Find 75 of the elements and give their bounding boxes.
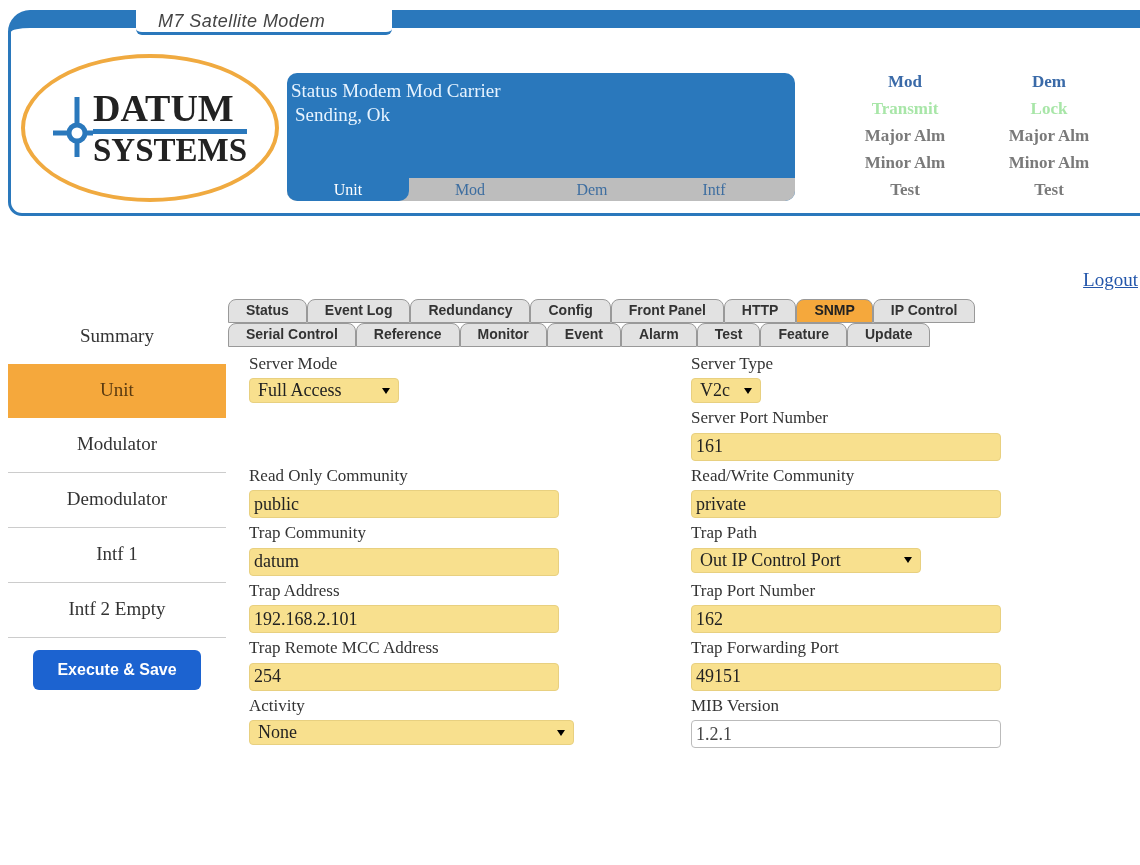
sidebar-item[interactable]: Summary <box>8 308 226 364</box>
input-field[interactable]: 1.2.1 <box>691 720 1001 748</box>
crosshair-icon <box>52 97 93 159</box>
field-label: Trap Address <box>249 579 341 602</box>
indicator-label: Lock <box>1030 98 1068 120</box>
indicator-label: Minor Alm <box>1008 152 1090 174</box>
tab[interactable]: Event <box>546 322 621 347</box>
field-label: Read Only Community <box>249 464 409 487</box>
input-field[interactable]: datum <box>249 547 559 576</box>
input-field[interactable]: 254 <box>249 662 559 691</box>
tab[interactable]: Status <box>228 298 307 323</box>
select-field[interactable]: Out IP Control Port <box>691 547 921 573</box>
caret-icon <box>382 387 390 394</box>
tab[interactable]: Alarm <box>620 322 697 347</box>
indicator-label: Major Alm <box>864 125 946 147</box>
tab[interactable]: Reference <box>355 322 460 347</box>
indicator-label: Test <box>890 179 920 201</box>
execute-save-button[interactable]: Execute & Save <box>33 649 201 690</box>
field-label: Server Type <box>691 352 775 375</box>
select-field[interactable]: Full Access <box>249 378 399 403</box>
status-text: Status Modem Mod Carrier <box>291 79 502 103</box>
indicator-heading: Dem <box>1032 71 1066 93</box>
input-field[interactable]: 161 <box>691 432 1001 461</box>
tab[interactable]: Monitor <box>459 322 547 347</box>
sidebar-item[interactable]: Intf 1 <box>8 527 226 583</box>
select-value: V2c <box>700 379 730 402</box>
select-field[interactable]: V2c <box>691 378 761 403</box>
input-field[interactable]: 162 <box>691 605 1001 633</box>
header-title: M7 Satellite Modem <box>136 7 392 35</box>
tab[interactable]: Serial Control <box>228 322 356 347</box>
tab[interactable]: Front Panel <box>610 298 724 323</box>
sidebar-item[interactable]: Demodulator <box>8 472 226 528</box>
sidebar-item[interactable]: Modulator <box>8 417 226 473</box>
tab[interactable]: Test <box>696 322 761 347</box>
caret-icon <box>557 729 565 736</box>
tab[interactable]: Feature <box>760 322 847 347</box>
caret-icon <box>744 387 752 394</box>
input-field[interactable]: 49151 <box>691 662 1001 691</box>
indicator-heading: Mod <box>888 71 922 93</box>
indicator-label: Transmit <box>871 98 939 120</box>
field-label: Activity <box>249 694 306 717</box>
tab[interactable]: IP Control <box>872 298 976 323</box>
sidebar-item[interactable]: Unit <box>8 363 226 418</box>
sidebar-item[interactable]: Intf 2 Empty <box>8 582 226 638</box>
field-label: Trap Forwarding Port <box>691 637 840 659</box>
field-label: Server Port Number <box>691 407 829 429</box>
tab[interactable]: HTTP <box>723 298 797 323</box>
logo-text: SYSTEMS <box>92 134 248 167</box>
indicator-label: Major Alm <box>1008 125 1090 147</box>
indicator-label: Minor Alm <box>864 152 946 174</box>
input-field[interactable]: 192.168.2.101 <box>249 605 559 633</box>
tab[interactable]: SNMP <box>796 298 873 323</box>
tab[interactable]: Config <box>530 298 611 323</box>
input-field[interactable]: private <box>691 490 1001 518</box>
tab[interactable]: Update <box>846 322 931 347</box>
tab[interactable]: Event Log <box>306 298 411 323</box>
logo-text: DATUM <box>92 89 248 134</box>
select-value: None <box>258 721 297 744</box>
select-value: Full Access <box>258 379 342 402</box>
input-field[interactable]: public <box>249 490 559 518</box>
mode-tab[interactable]: Unit <box>287 178 409 201</box>
field-label: Trap Path <box>691 522 758 544</box>
field-label: MIB Version <box>691 694 780 717</box>
select-field[interactable]: None <box>249 720 574 745</box>
field-label: Trap Remote MCC Address <box>249 637 440 659</box>
tab[interactable]: Redundancy <box>410 298 531 323</box>
caret-icon <box>904 557 912 563</box>
indicator-label: Test <box>1034 179 1064 201</box>
select-value: Out IP Control Port <box>700 548 841 572</box>
field-label: Server Mode <box>249 352 339 375</box>
logout-link[interactable]: Logout <box>1083 266 1138 295</box>
status-text: Sending, Ok <box>294 103 391 127</box>
field-label: Trap Port Number <box>691 579 817 602</box>
field-label: Read/Write Community <box>691 464 856 487</box>
field-label: Trap Community <box>249 522 367 544</box>
